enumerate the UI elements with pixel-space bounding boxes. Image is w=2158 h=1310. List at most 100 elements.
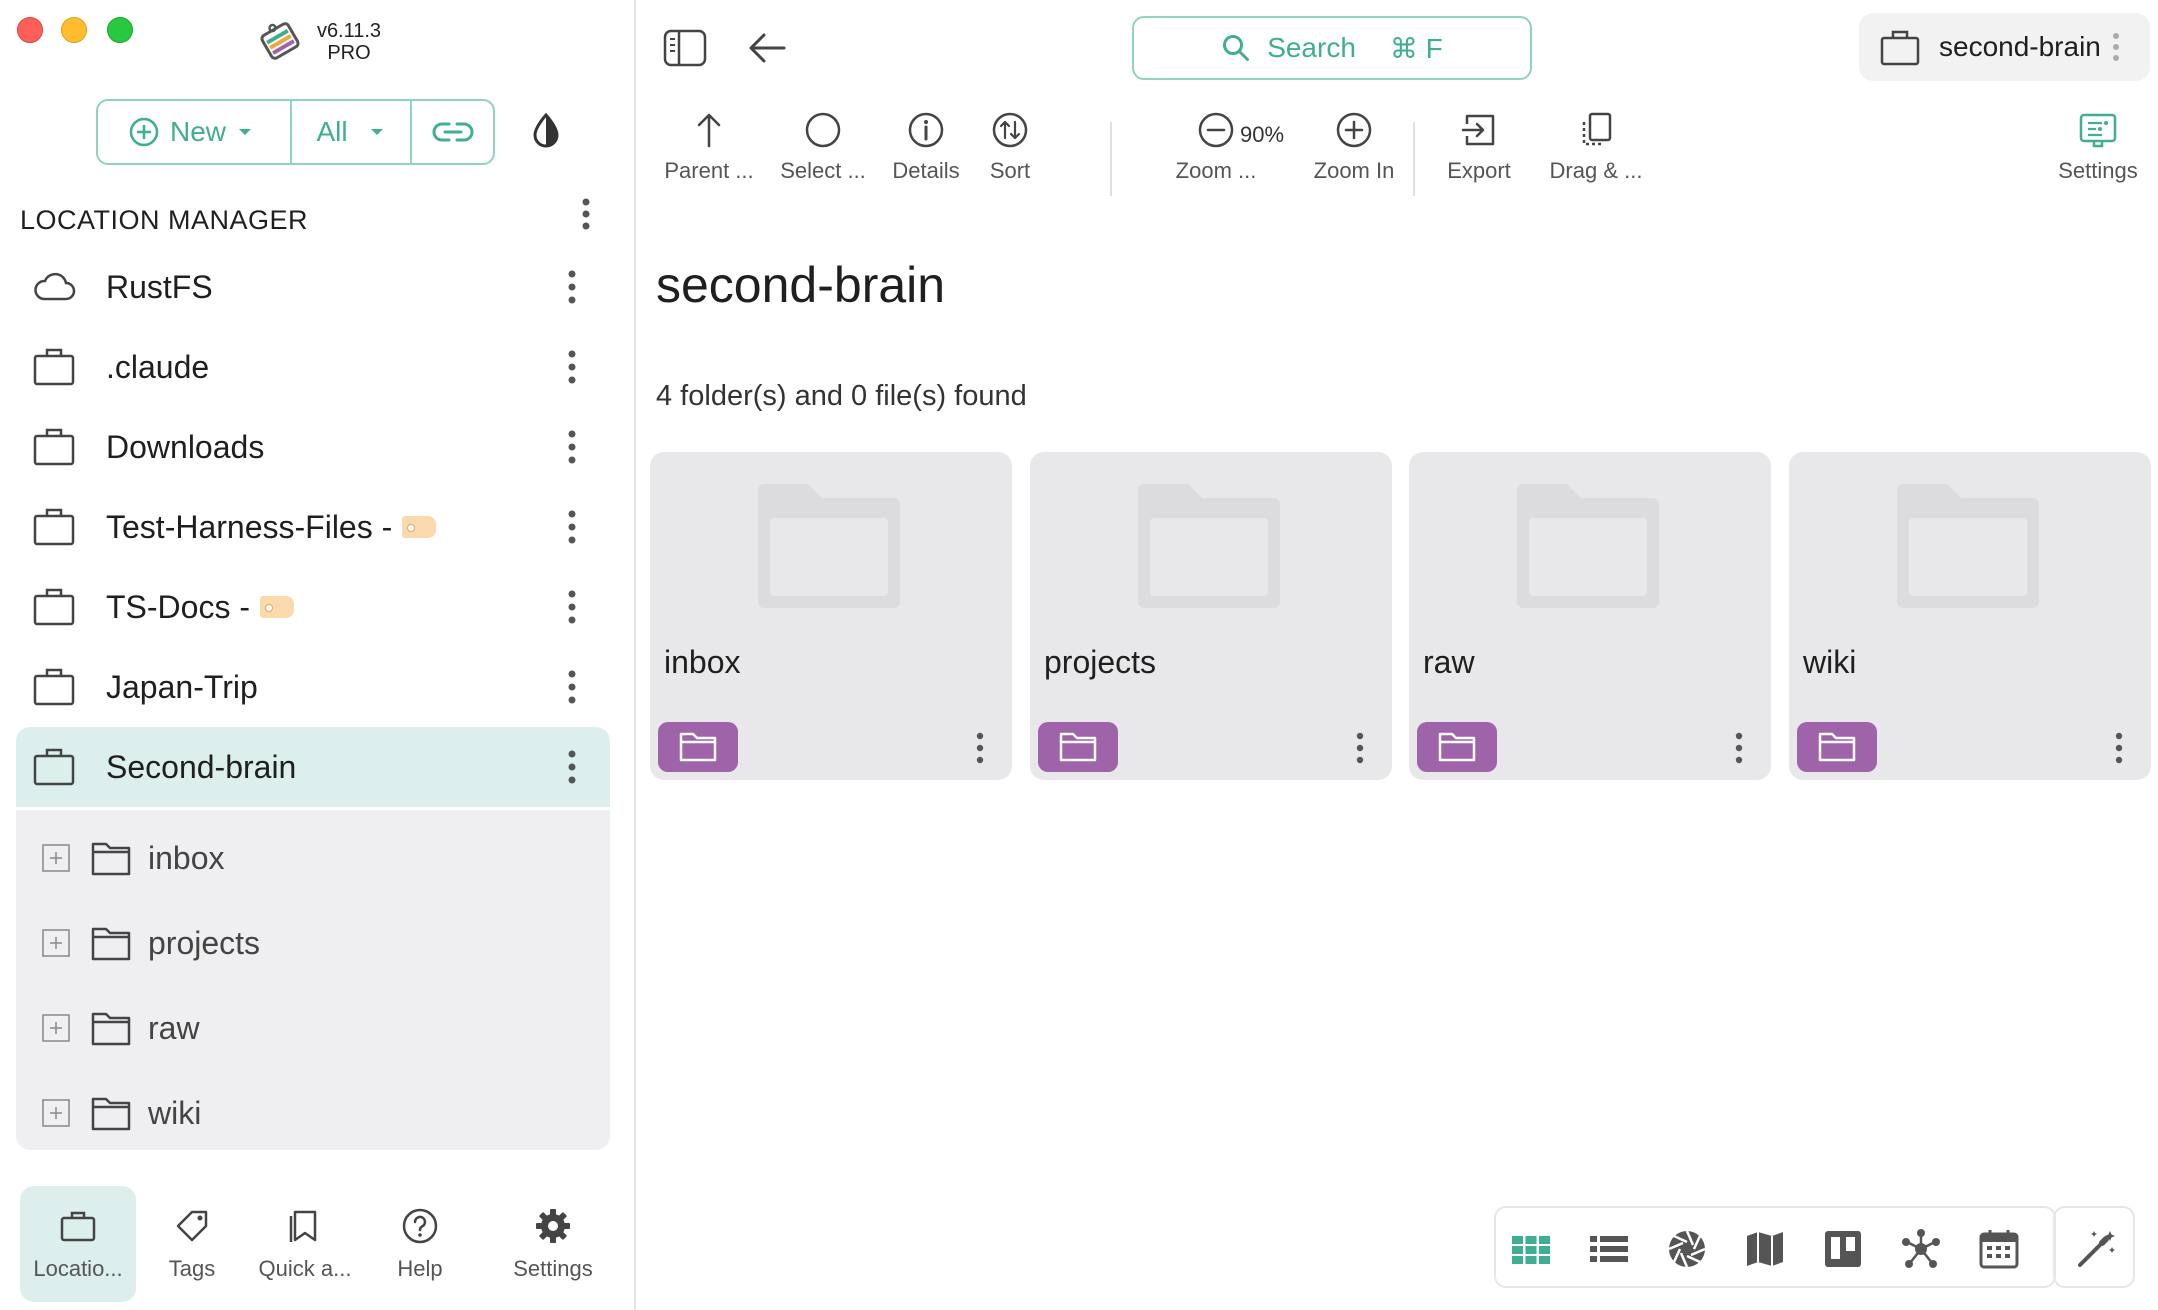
grid-view-icon[interactable]: [1510, 1228, 1552, 1270]
export-icon: [1461, 114, 1495, 146]
drag-and-drop-button[interactable]: Drag & ...: [1544, 110, 1648, 200]
location-item-japan-trip[interactable]: Japan-Trip: [16, 647, 610, 727]
nav-label: Tags: [168, 1256, 216, 1281]
briefcase-icon: [33, 588, 75, 626]
tree-item-label: inbox: [148, 839, 225, 876]
gallery-view-icon[interactable]: [1666, 1228, 1708, 1270]
list-view-icon[interactable]: [1588, 1228, 1630, 1270]
folder-card-raw[interactable]: raw: [1409, 452, 1771, 780]
calendar-view-icon[interactable]: [1978, 1228, 2020, 1270]
nav-quick-access[interactable]: Quick a...: [250, 1186, 360, 1302]
folder-name: raw: [1423, 644, 1475, 680]
details-button[interactable]: Details: [888, 110, 964, 200]
magic-wand-icon: [2078, 1231, 2115, 1267]
window-minimize-button[interactable]: [61, 17, 87, 43]
tree-item-label: raw: [148, 1009, 200, 1046]
sidebar-toggle-icon[interactable]: [662, 28, 708, 68]
more-vert-icon[interactable]: [558, 505, 586, 549]
folder-name: projects: [1044, 644, 1157, 680]
current-location-chip[interactable]: second-brain: [1859, 13, 2150, 81]
tree-item-inbox[interactable]: inbox: [16, 818, 610, 898]
sidebar: v6.11.3 PRO New All LOCATION MANAGER Rus…: [0, 0, 636, 1310]
perspective-settings-button[interactable]: Settings: [2050, 110, 2146, 200]
nav-locations[interactable]: Locatio...: [20, 1186, 136, 1302]
location-item-ts-docs[interactable]: TS-Docs -: [16, 567, 610, 647]
location-label: Japan-Trip: [106, 668, 258, 705]
location-manager-more-icon[interactable]: [572, 194, 600, 234]
briefcase-icon: [33, 508, 75, 546]
current-location-label: second-brain: [1939, 31, 2101, 62]
tree-item-projects[interactable]: projects: [16, 903, 610, 983]
more-vert-icon[interactable]: [558, 585, 586, 629]
location-item-test-harness-files[interactable]: Test-Harness-Files -: [16, 487, 610, 567]
view-switcher: [1494, 1206, 2056, 1288]
expand-icon[interactable]: [42, 1099, 70, 1127]
kanban-view-icon[interactable]: [1822, 1228, 1864, 1270]
graph-view-icon[interactable]: [1900, 1228, 1942, 1270]
tree-item-wiki[interactable]: wiki: [16, 1073, 610, 1153]
export-button[interactable]: Export: [1438, 110, 1520, 200]
folder-card-inbox[interactable]: inbox: [650, 452, 1012, 780]
window-close-button[interactable]: [17, 17, 43, 43]
nav-settings[interactable]: Settings: [500, 1186, 606, 1302]
folder-icon: [679, 732, 717, 762]
more-vert-icon[interactable]: [2107, 728, 2131, 768]
folder-icon: [1438, 732, 1476, 762]
new-button[interactable]: New: [98, 101, 290, 163]
bottom-navigation: Locatio... Tags Quick a... Help Settings: [0, 1180, 636, 1310]
nav-label: Settings: [513, 1256, 593, 1281]
open-link-button[interactable]: [410, 101, 493, 163]
zoom-in-button[interactable]: Zoom In: [1304, 110, 1404, 200]
briefcase-icon: [33, 748, 75, 786]
parent-folder-button[interactable]: Parent ...: [656, 110, 762, 200]
more-vert-icon[interactable]: [558, 425, 586, 469]
folder-thumbnail-icon: [1517, 484, 1659, 608]
folder-card-projects[interactable]: projects: [1030, 452, 1392, 780]
tag-chip-icon: [260, 596, 294, 618]
search-shortcut: ⌘ F: [1389, 32, 1443, 64]
more-vert-icon[interactable]: [2104, 27, 2128, 67]
info-icon: [908, 112, 944, 148]
sort-label: Sort: [989, 158, 1031, 183]
folder-type-badge: [1038, 722, 1118, 772]
location-label: Downloads: [106, 428, 265, 465]
toolbar-divider: [1110, 122, 1112, 196]
location-item-downloads[interactable]: Downloads: [16, 407, 610, 487]
expand-icon[interactable]: [42, 844, 70, 872]
help-icon: [402, 1208, 438, 1244]
briefcase-icon: [33, 348, 75, 386]
theme-toggle-icon[interactable]: [527, 112, 565, 150]
zoom-out-label: Zoom ...: [1175, 158, 1257, 183]
filter-label: All: [316, 116, 348, 147]
map-view-icon[interactable]: [1744, 1228, 1786, 1270]
folder-card-wiki[interactable]: wiki: [1789, 452, 2151, 780]
more-vert-icon[interactable]: [968, 728, 992, 768]
folder-thumbnail-icon: [1897, 484, 2039, 608]
nav-tags[interactable]: Tags: [150, 1186, 234, 1302]
folder-type-badge: [658, 722, 738, 772]
more-vert-icon[interactable]: [558, 345, 586, 389]
sort-button[interactable]: Sort: [980, 110, 1040, 200]
location-item-claude[interactable]: .claude: [16, 327, 610, 407]
expand-icon[interactable]: [42, 1014, 70, 1042]
search-button[interactable]: Search ⌘ F: [1132, 16, 1532, 80]
more-vert-icon[interactable]: [558, 665, 586, 709]
location-item-second-brain[interactable]: Second-brain: [16, 727, 610, 807]
select-button[interactable]: Select ...: [768, 110, 878, 200]
magic-wand-button[interactable]: [2053, 1206, 2135, 1288]
more-vert-icon[interactable]: [1348, 728, 1372, 768]
more-vert-icon[interactable]: [558, 745, 586, 789]
folder-icon: [1818, 732, 1856, 762]
more-vert-icon[interactable]: [558, 265, 586, 309]
result-count: 4 folder(s) and 0 file(s) found: [656, 380, 1027, 412]
window-zoom-button[interactable]: [107, 17, 133, 43]
more-vert-icon[interactable]: [1727, 728, 1751, 768]
location-item-rustfs[interactable]: RustFS: [16, 247, 610, 327]
nav-help[interactable]: Help: [380, 1186, 460, 1302]
filter-all-button[interactable]: All: [290, 101, 410, 163]
tree-item-raw[interactable]: raw: [16, 988, 610, 1068]
folder-name: wiki: [1803, 644, 1857, 680]
location-label: Second-brain: [106, 748, 297, 785]
expand-icon[interactable]: [42, 929, 70, 957]
back-arrow-icon[interactable]: [746, 28, 788, 68]
